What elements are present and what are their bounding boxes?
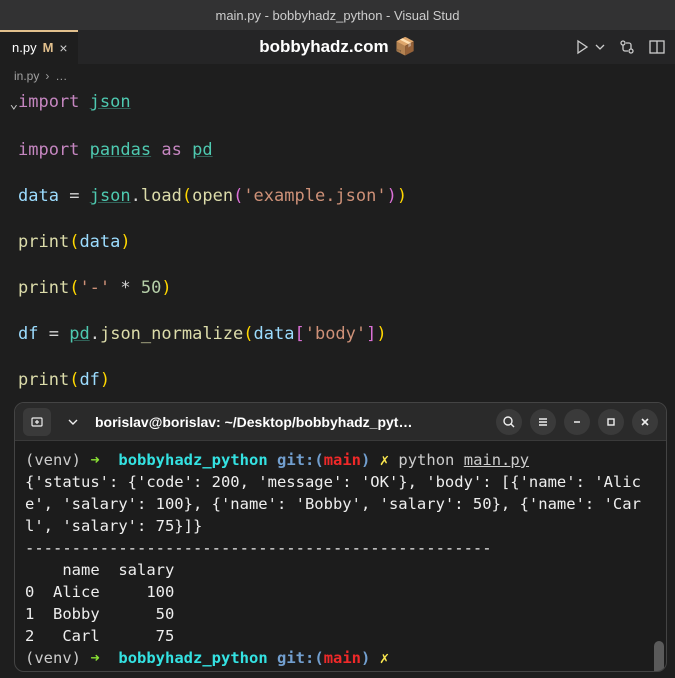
page-title: bobbyhadz.com 📦 [259, 37, 416, 57]
breadcrumb-more: … [55, 69, 67, 83]
chevron-down-icon[interactable] [595, 39, 605, 55]
df-row: 0 Alice 100 [25, 583, 174, 601]
tab-bar: n.py M × bobbyhadz.com 📦 [0, 30, 675, 65]
window-title-bar: main.py - bobbyhadz_python - Visual Stud [0, 0, 675, 30]
menu-icon[interactable] [530, 409, 556, 435]
code-editor[interactable]: ⌄import json import pandas as pd data = … [0, 87, 675, 392]
run-icon[interactable] [575, 39, 591, 55]
minimize-icon[interactable] [564, 409, 590, 435]
chevron-down-icon[interactable] [59, 408, 87, 436]
terminal-title: borislav@borislav: ~/Desktop/bobbyhadz_p… [95, 414, 412, 430]
output-dict: {'status': {'code': 200, 'message': 'OK'… [25, 473, 641, 535]
df-row: 1 Bobby 50 [25, 605, 174, 623]
chevron-right-icon: › [45, 69, 49, 83]
terminal-output[interactable]: (venv) ➜ bobbyhadz_python git:(main) ✗ p… [15, 441, 666, 671]
tab-main-py[interactable]: n.py M × [0, 30, 78, 65]
terminal-panel: borislav@borislav: ~/Desktop/bobbyhadz_p… [14, 402, 667, 672]
maximize-icon[interactable] [598, 409, 624, 435]
df-header: name salary [25, 561, 174, 579]
split-editor-icon[interactable] [649, 39, 665, 55]
breadcrumb[interactable]: in.py › … [0, 65, 675, 87]
git-compare-icon[interactable] [619, 39, 635, 55]
new-tab-button[interactable] [23, 408, 51, 436]
editor-actions [575, 39, 675, 55]
fold-arrow-icon[interactable]: ⌄ [10, 96, 18, 112]
window-title: main.py - bobbyhadz_python - Visual Stud [215, 8, 459, 23]
output-separator: ----------------------------------------… [25, 539, 492, 557]
search-icon[interactable] [496, 409, 522, 435]
scrollbar[interactable] [654, 641, 664, 671]
tab-modified-indicator: M [43, 40, 54, 55]
terminal-header: borislav@borislav: ~/Desktop/bobbyhadz_p… [15, 403, 666, 441]
box-icon: 📦 [395, 37, 416, 57]
close-icon[interactable]: × [59, 40, 67, 56]
tab-filename: n.py [12, 40, 37, 55]
breadcrumb-file: in.py [14, 69, 39, 83]
df-row: 2 Carl 75 [25, 627, 174, 645]
close-icon[interactable] [632, 409, 658, 435]
